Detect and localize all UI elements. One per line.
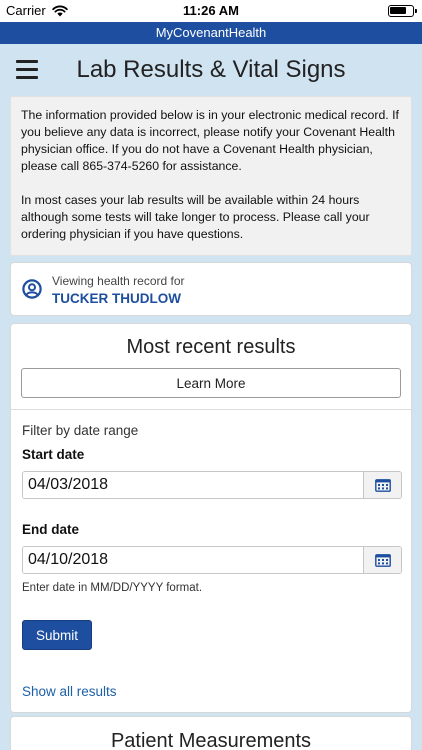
start-date-calendar-button[interactable] bbox=[363, 472, 401, 498]
start-date-field bbox=[22, 471, 402, 499]
learn-more-button[interactable]: Learn More bbox=[21, 368, 401, 398]
info-notice: The information provided below is in you… bbox=[10, 96, 412, 256]
calendar-icon bbox=[374, 479, 391, 492]
info-paragraph-2: In most cases your lab results will be a… bbox=[21, 193, 370, 241]
info-paragraph-1: The information provided below is in you… bbox=[21, 108, 399, 173]
calendar-icon bbox=[374, 554, 391, 567]
end-date-label: End date bbox=[22, 522, 80, 537]
results-title: Most recent results bbox=[126, 336, 296, 358]
submit-button[interactable]: Submit bbox=[22, 620, 92, 650]
recent-results-card: Most recent results Learn More Filter by… bbox=[10, 323, 412, 713]
viewing-record-card: Viewing health record for TUCKER THUDLOW bbox=[10, 262, 412, 316]
start-date-input[interactable] bbox=[23, 472, 363, 498]
status-time: 11:26 AM bbox=[183, 3, 239, 18]
person-circle-icon bbox=[22, 279, 42, 299]
page-title: Lab Results & Vital Signs bbox=[76, 56, 346, 83]
page-header: Lab Results & Vital Signs bbox=[0, 44, 422, 94]
measurements-title: Patient Measurements bbox=[110, 730, 312, 750]
brand-bar: MyCovenantHealth bbox=[0, 22, 422, 44]
end-date-field bbox=[22, 546, 402, 574]
viewing-label: Viewing health record for bbox=[52, 274, 185, 288]
date-format-hint: Enter date in MM/DD/YYYY format. bbox=[22, 582, 203, 594]
show-all-results-link[interactable]: Show all results bbox=[22, 684, 117, 699]
divider bbox=[11, 409, 411, 410]
battery-icon bbox=[388, 5, 417, 17]
status-bar: Carrier 11:26 AM bbox=[0, 0, 422, 22]
end-date-calendar-button[interactable] bbox=[363, 547, 401, 573]
filter-label: Filter by date range bbox=[22, 423, 139, 438]
end-date-input[interactable] bbox=[23, 547, 363, 573]
start-date-label: Start date bbox=[22, 447, 85, 462]
patient-name: TUCKER THUDLOW bbox=[52, 291, 181, 306]
patient-measurements-card: Patient Measurements bbox=[10, 716, 412, 750]
